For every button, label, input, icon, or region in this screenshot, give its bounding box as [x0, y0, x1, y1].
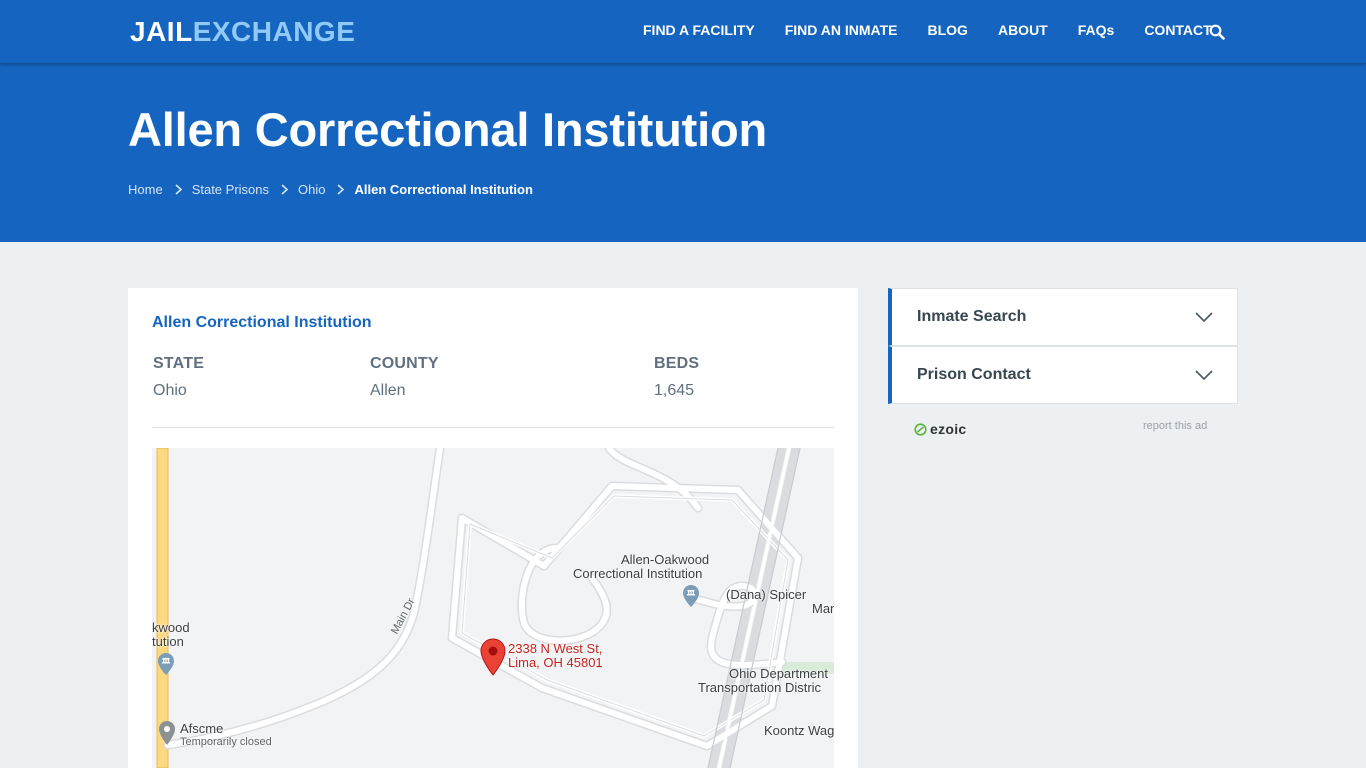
- nav-find-facility[interactable]: FIND A FACILITY: [643, 22, 755, 38]
- marker-address-line2: Lima, OH 45801: [508, 655, 603, 670]
- beds-field: BEDS 1,645: [654, 355, 699, 400]
- logo-exchange: EXCHANGE: [192, 16, 356, 47]
- map-roads: [156, 448, 834, 768]
- ezoic-brand: ezoic: [930, 421, 967, 437]
- map-label-afscme-status: Temporarily closed: [180, 736, 272, 748]
- map-label-ohio-dept[interactable]: Ohio Department: [729, 667, 828, 681]
- ezoic-logo[interactable]: ezoic: [914, 421, 967, 437]
- search-icon[interactable]: [1209, 24, 1225, 40]
- nav-faqs[interactable]: FAQs: [1078, 22, 1115, 38]
- accordion-prison-contact[interactable]: Prison Contact: [888, 346, 1238, 404]
- marker-address-line1: 2338 N West St,: [508, 641, 603, 656]
- map-label-oakwood-left[interactable]: kwood: [152, 621, 190, 635]
- chevron-right-icon: [281, 184, 289, 195]
- map-label-koontz[interactable]: Koontz Wag: [764, 724, 834, 738]
- facility-name: Allen Correctional Institution: [152, 314, 372, 331]
- accordion-label: Prison Contact: [917, 366, 1031, 383]
- gov-building-pin-icon[interactable]: [682, 584, 700, 608]
- breadcrumb: Home State Prisons Ohio Allen Correction…: [128, 182, 533, 197]
- page-header: Allen Correctional Institution Home Stat…: [0, 64, 1366, 242]
- divider: [152, 427, 834, 428]
- chevron-right-icon: [337, 184, 345, 195]
- ezoic-icon: [914, 422, 927, 436]
- gov-building-pin-icon[interactable]: [157, 652, 175, 676]
- page-title: Allen Correctional Institution: [128, 103, 767, 156]
- logo-jail: JAIL: [130, 16, 193, 47]
- map-label-allen-oakwood[interactable]: Allen-Oakwood: [621, 553, 709, 567]
- location-map[interactable]: 2338 N West St, Lima, OH 45801 Allen-Oak…: [152, 448, 834, 768]
- county-field: COUNTY Allen: [370, 355, 439, 400]
- location-marker-icon[interactable]: [480, 638, 506, 676]
- accordion-inmate-search[interactable]: Inmate Search: [888, 288, 1238, 346]
- breadcrumb-home[interactable]: Home: [128, 182, 163, 197]
- state-label: STATE: [153, 355, 205, 372]
- beds-label: BEDS: [654, 355, 700, 372]
- map-label-afscme[interactable]: Afscme: [180, 722, 223, 736]
- place-pin-icon[interactable]: [158, 720, 176, 746]
- beds-value: 1,645: [654, 382, 695, 399]
- facility-card: Allen Correctional Institution STATE Ohi…: [128, 288, 858, 768]
- county-value: Allen: [370, 382, 406, 399]
- top-navbar: JAILEXCHANGE FIND A FACILITY FIND AN INM…: [0, 0, 1366, 64]
- nav-menu: FIND A FACILITY FIND AN INMATE BLOG ABOU…: [643, 22, 1242, 38]
- map-label-dana-spicer[interactable]: (Dana) Spicer: [726, 588, 806, 602]
- map-label-dana-spicer-2[interactable]: Man: [812, 602, 834, 616]
- accordion-label: Inmate Search: [917, 308, 1027, 325]
- report-ad-link[interactable]: report this ad: [1143, 420, 1207, 432]
- nav-contact[interactable]: CONTACT: [1144, 22, 1211, 38]
- state-value: Ohio: [153, 382, 187, 399]
- chevron-down-icon: [1195, 370, 1213, 381]
- map-label-transportation-district[interactable]: Transportation Distric: [698, 681, 821, 695]
- map-label-correctional-institution[interactable]: Correctional Institution: [573, 567, 702, 581]
- nav-find-inmate[interactable]: FIND AN INMATE: [785, 22, 898, 38]
- nav-blog[interactable]: BLOG: [928, 22, 968, 38]
- chevron-down-icon: [1195, 312, 1213, 323]
- nav-about[interactable]: ABOUT: [998, 22, 1048, 38]
- breadcrumb-ohio[interactable]: Ohio: [298, 182, 325, 197]
- state-field: STATE Ohio: [153, 355, 204, 400]
- breadcrumb-current: Allen Correctional Institution: [354, 182, 533, 197]
- county-label: COUNTY: [370, 355, 439, 372]
- chevron-right-icon: [175, 184, 182, 195]
- breadcrumb-state-prisons[interactable]: State Prisons: [192, 182, 269, 197]
- map-label-oakwood-left-2[interactable]: tution: [152, 635, 184, 649]
- site-logo[interactable]: JAILEXCHANGE: [130, 16, 355, 48]
